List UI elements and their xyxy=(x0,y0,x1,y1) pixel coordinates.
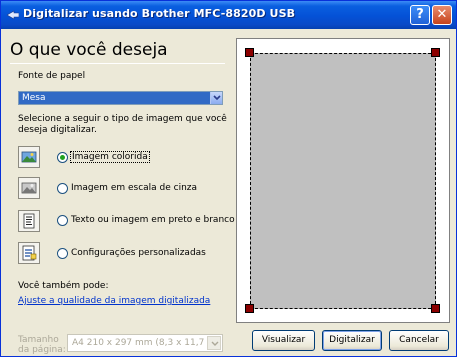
radio-selected-dot xyxy=(60,155,65,160)
resize-handle-bottom-right[interactable] xyxy=(431,304,440,313)
title-bar[interactable]: Digitalizar usando Brother MFC-8820D USB… xyxy=(1,1,456,29)
option-label-grayscale[interactable]: Imagem em escala de cinza xyxy=(71,183,197,193)
option-label-text-bw[interactable]: Texto ou imagem em preto e branco xyxy=(71,215,235,225)
divider xyxy=(10,63,225,64)
page-title: O que você deseja xyxy=(10,40,168,60)
radio-text-bw[interactable] xyxy=(57,215,68,226)
option-label-custom[interactable]: Configurações personalizadas xyxy=(71,248,206,258)
radio-color[interactable] xyxy=(57,152,68,163)
scan-button[interactable]: Digitalizar xyxy=(322,330,382,351)
instruction-text: Selecione a seguir o tipo de imagem que … xyxy=(18,114,227,135)
chevron-down-icon xyxy=(213,95,221,101)
scanner-icon xyxy=(7,10,19,20)
preview-button[interactable]: Visualizar xyxy=(252,330,315,351)
page-size-select[interactable]: A4 210 x 297 mm (8,3 x 11,7 pol xyxy=(67,334,223,352)
window-title: Digitalizar usando Brother MFC-8820D USB xyxy=(23,7,296,20)
page-size-value: A4 210 x 297 mm (8,3 x 11,7 pol xyxy=(72,338,221,348)
also-can-label: Você também pode: xyxy=(18,281,109,291)
radio-custom[interactable] xyxy=(57,248,68,259)
page-size-label: Tamanho da página: xyxy=(18,335,66,355)
close-button[interactable]: ✕ xyxy=(432,5,452,25)
resize-handle-top-left[interactable] xyxy=(245,48,254,57)
text-document-icon[interactable] xyxy=(18,210,40,232)
custom-settings-icon[interactable] xyxy=(18,242,40,264)
scan-area-selection[interactable] xyxy=(250,53,436,309)
resize-handle-top-right[interactable] xyxy=(431,48,440,57)
page-size-label-line1: Tamanho xyxy=(18,335,59,345)
color-picture-icon[interactable] xyxy=(18,146,40,168)
paper-source-select[interactable]: Mesa xyxy=(18,91,223,105)
adjust-quality-link[interactable]: Ajuste a qualidade da imagem digitalizad… xyxy=(18,296,210,306)
page-size-dropdown-button[interactable] xyxy=(207,336,221,350)
paper-source-label: Fonte de papel xyxy=(18,71,86,81)
help-button[interactable]: ? xyxy=(410,5,430,25)
dropdown-arrow-button[interactable] xyxy=(210,92,222,104)
paper-source-value: Mesa xyxy=(22,93,46,103)
page-size-label-line2: da página: xyxy=(18,345,66,355)
resize-handle-bottom-left[interactable] xyxy=(245,304,254,313)
grayscale-picture-icon[interactable] xyxy=(18,177,40,199)
radio-grayscale[interactable] xyxy=(57,183,68,194)
option-label-color[interactable]: Imagem colorida xyxy=(70,151,150,163)
chevron-down-icon xyxy=(211,341,219,346)
cancel-button[interactable]: Cancelar xyxy=(389,330,449,351)
